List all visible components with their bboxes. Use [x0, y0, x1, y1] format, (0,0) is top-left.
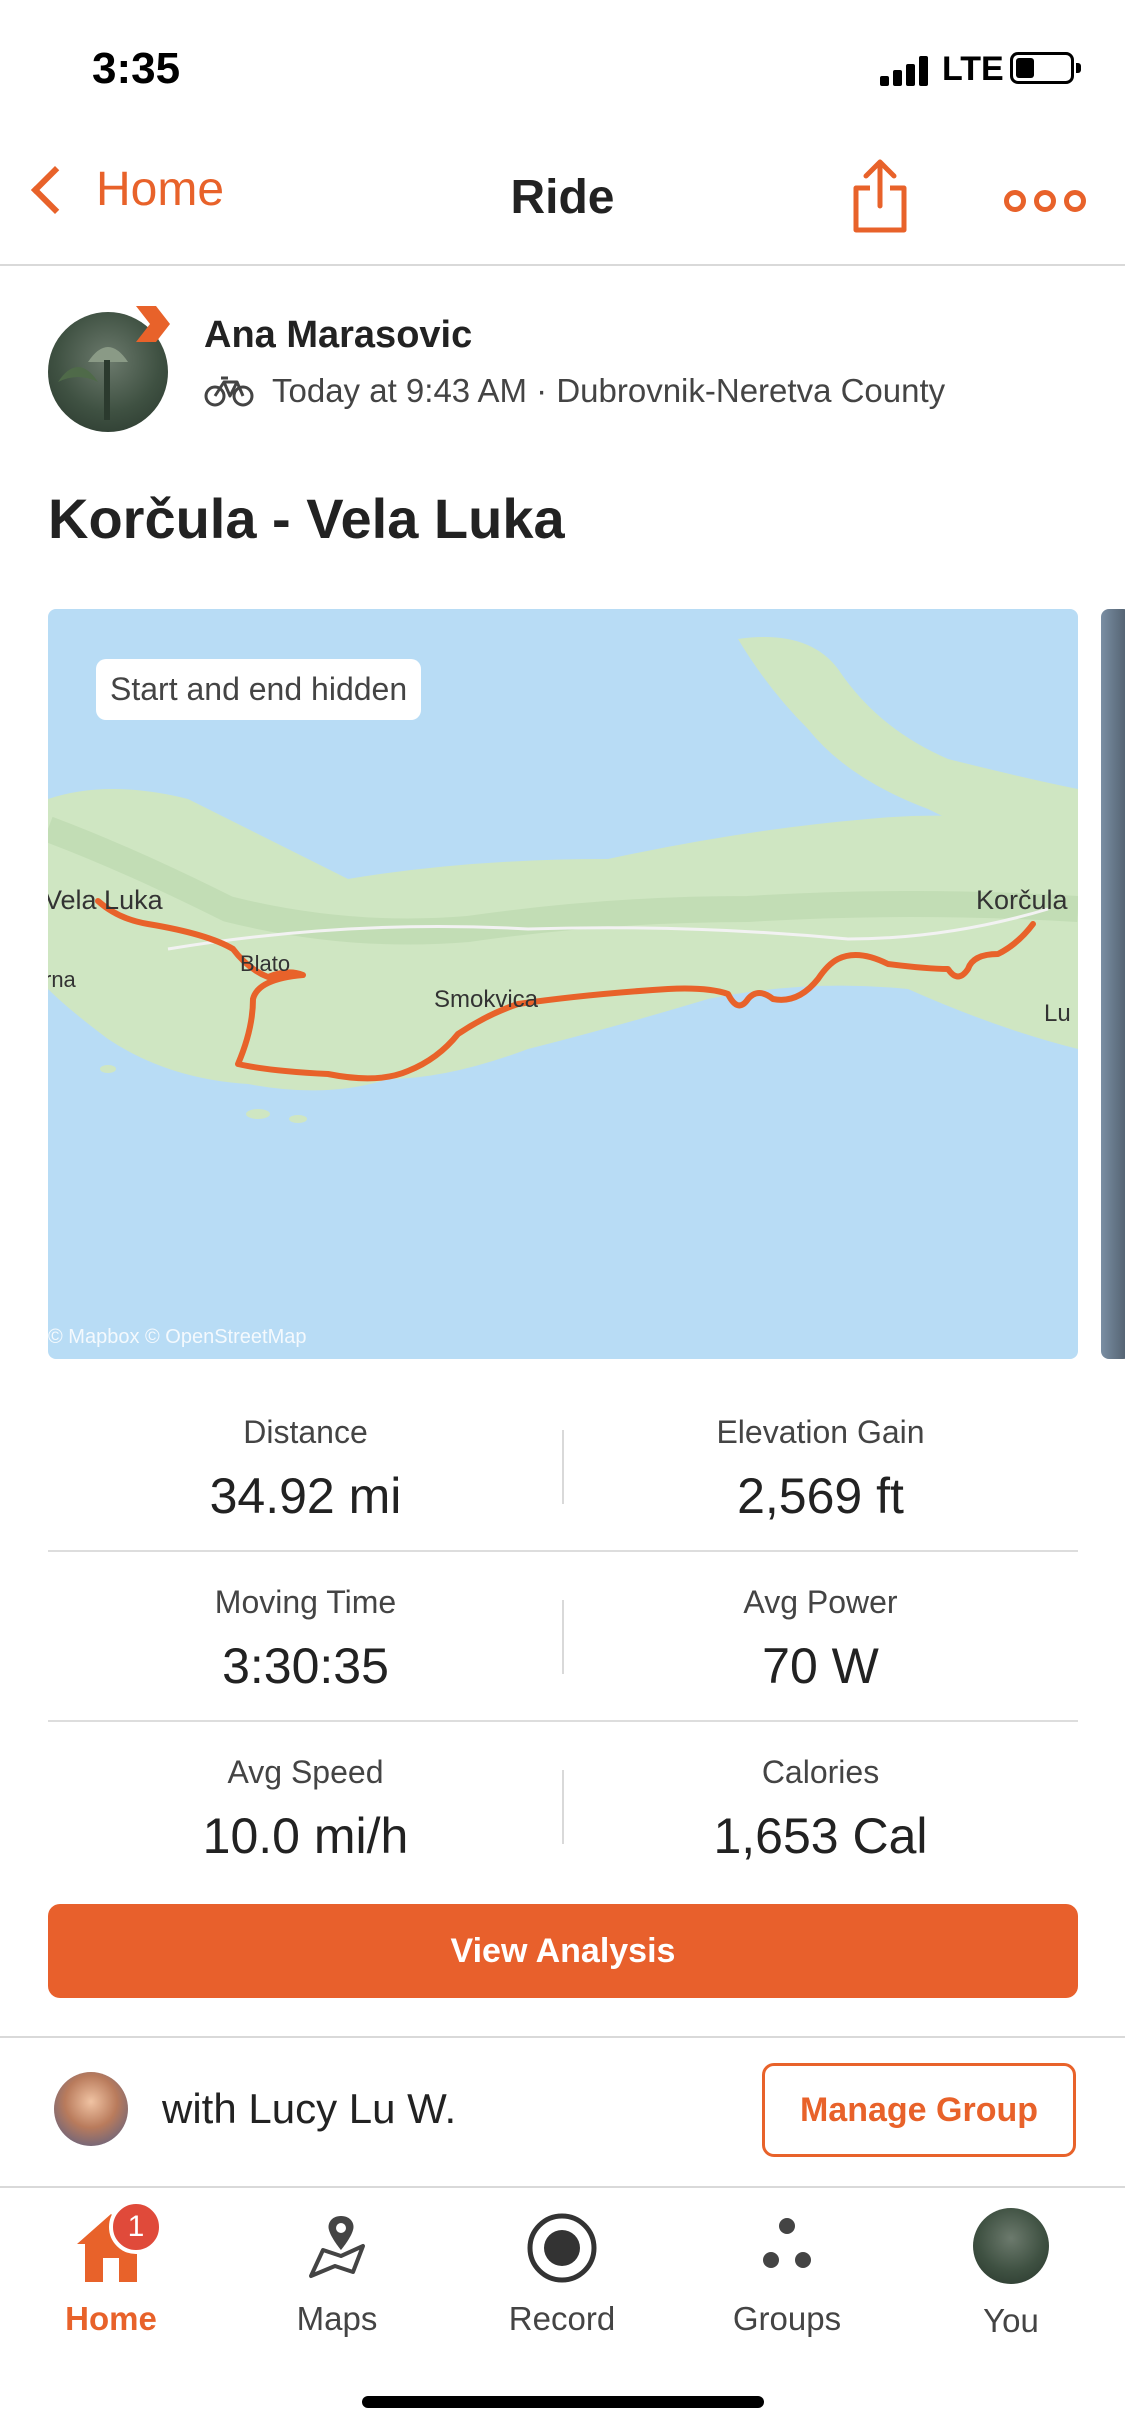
route-map[interactable]: Vela Luka Blato Smokvica Korčula rna Lu … — [48, 609, 1078, 1359]
tab-home[interactable]: 1 Home — [16, 2200, 206, 2338]
stat-avg-speed: Avg Speed 10.0 mi/h — [48, 1754, 563, 1865]
page-title: Ride — [510, 171, 615, 224]
group-member-avatar[interactable] — [54, 2072, 128, 2146]
activity-title: Korčula - Vela Luka — [48, 487, 565, 550]
tab-label: You — [983, 2302, 1039, 2339]
maps-icon — [309, 2216, 365, 2278]
tab-label: Groups — [732, 2300, 842, 2337]
stat-distance: Distance 34.92 mi — [48, 1414, 563, 1525]
group-with-text[interactable]: with Lucy Lu W. — [162, 2085, 456, 2133]
stat-calories: Calories 1,653 Cal — [563, 1754, 1078, 1865]
map-attribution[interactable]: © Mapbox © OpenStreetMap — [48, 1326, 307, 1349]
stat-label: Avg Speed — [227, 1754, 384, 1790]
photo-preview[interactable] — [1101, 609, 1125, 1359]
notification-badge: 1 — [109, 2200, 163, 2254]
tab-groups[interactable]: Groups — [692, 2206, 882, 2338]
stat-label: Avg Power — [743, 1584, 898, 1620]
stat-label: Elevation Gain — [716, 1414, 925, 1450]
stat-row: Distance 34.92 mi Elevation Gain 2,569 f… — [48, 1382, 1078, 1552]
stat-value: 34.92 mi — [209, 1468, 402, 1524]
status-time: 3:35 — [92, 44, 181, 93]
stat-row: Avg Speed 10.0 mi/h Calories 1,653 Cal — [48, 1722, 1078, 1892]
home-indicator — [362, 2396, 764, 2408]
place-label-smokvica: Smokvica — [434, 986, 539, 1013]
stat-label: Moving Time — [214, 1584, 397, 1620]
bike-icon — [204, 376, 254, 407]
map-graphic: Vela Luka Blato Smokvica Korčula rna Lu — [48, 637, 1078, 1123]
athlete-header: Ana Marasovic Today at 9:43 AM · Dubrovn… — [48, 300, 1088, 440]
stat-avg-power: Avg Power 70 W — [563, 1584, 1078, 1695]
record-icon — [527, 2213, 597, 2283]
stat-elevation-gain: Elevation Gain 2,569 ft — [563, 1414, 1078, 1525]
nav-bar: Home Ride — [0, 140, 1125, 266]
stat-row: Moving Time 3:30:35 Avg Power 70 W — [48, 1552, 1078, 1722]
place-label-rna: rna — [48, 967, 77, 992]
stat-value: 2,569 ft — [737, 1468, 904, 1524]
privacy-pill: Start and end hidden — [96, 659, 422, 720]
place-label-blato: Blato — [240, 951, 290, 976]
tab-label: Home — [65, 2300, 157, 2337]
stat-value: 3:30:35 — [222, 1638, 389, 1694]
tab-label: Record — [508, 2300, 616, 2337]
stat-label: Calories — [761, 1754, 880, 1790]
profile-avatar — [973, 2208, 1049, 2284]
stats-grid: Distance 34.92 mi Elevation Gain 2,569 f… — [48, 1382, 1078, 1892]
status-bar: 3:35 LTE — [0, 0, 1125, 140]
place-label-lu: Lu — [1044, 1000, 1071, 1027]
tab-you[interactable]: You — [916, 2206, 1106, 2340]
stat-value: 10.0 mi/h — [202, 1808, 409, 1864]
tab-record[interactable]: Record — [467, 2206, 657, 2338]
place-label-korcula: Korčula — [976, 885, 1069, 915]
activity-meta-text: Today at 9:43 AM · Dubrovnik-Neretva Cou… — [272, 372, 946, 409]
view-analysis-button[interactable]: View Analysis — [48, 1904, 1078, 1998]
manage-group-button[interactable]: Manage Group — [762, 2063, 1076, 2157]
network-type: LTE — [942, 50, 1004, 88]
groups-icon — [763, 2218, 811, 2268]
strava-badge-icon — [136, 306, 170, 342]
divider — [0, 2036, 1125, 2038]
share-icon[interactable] — [852, 158, 908, 234]
stat-label: Distance — [243, 1414, 368, 1450]
tab-label: Maps — [296, 2300, 378, 2337]
signal-strength-icon — [880, 56, 930, 86]
athlete-name[interactable]: Ana Marasovic — [204, 314, 472, 357]
more-options-icon[interactable] — [1004, 190, 1086, 212]
place-label-vela-luka: Vela Luka — [48, 885, 164, 915]
stat-value: 1,653 Cal — [713, 1808, 928, 1864]
tab-maps[interactable]: Maps — [242, 2206, 432, 2338]
stat-value: 70 W — [762, 1638, 879, 1694]
activity-meta: Today at 9:43 AM · Dubrovnik-Neretva Cou… — [204, 372, 945, 410]
battery-icon — [1010, 52, 1081, 84]
stat-moving-time: Moving Time 3:30:35 — [48, 1584, 563, 1695]
